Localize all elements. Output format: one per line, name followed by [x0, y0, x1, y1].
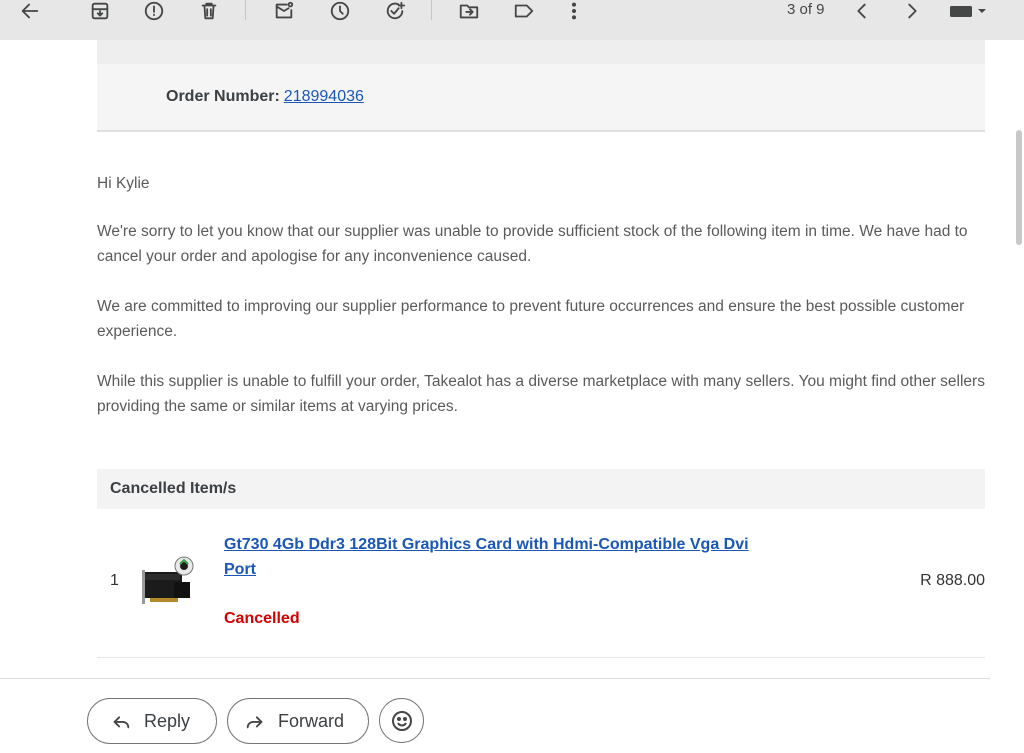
next-icon[interactable]: [896, 0, 928, 22]
order-number-label: Order Number:: [166, 88, 280, 105]
pager-count: 3 of 9: [787, 1, 825, 18]
order-header-box: Order Number: 218994036: [97, 40, 985, 132]
email-toolbar: 3 of 9: [0, 0, 1024, 40]
move-to-icon[interactable]: [453, 0, 485, 22]
cancelled-items-heading: Cancelled Item/s: [110, 480, 237, 497]
toolbar-separator: [245, 0, 246, 20]
item-price: R 888.00: [920, 572, 985, 589]
item-status: Cancelled: [224, 610, 300, 627]
snooze-icon[interactable]: [324, 0, 356, 22]
scrollbar-thumb[interactable]: [1016, 130, 1022, 245]
reply-icon: [113, 716, 130, 729]
back-arrow-icon[interactable]: [14, 0, 46, 22]
paragraph-apology: We're sorry to let you know that our sup…: [97, 223, 968, 265]
keyboard-icon[interactable]: [944, 0, 992, 22]
item-divider: [97, 657, 985, 658]
greeting: Hi Kylie: [97, 175, 150, 192]
toolbar-separator: [431, 0, 432, 20]
archive-icon[interactable]: [84, 0, 116, 22]
actions-divider: [0, 678, 990, 679]
prev-icon[interactable]: [846, 0, 878, 22]
email-body: Order Number: 218994036 Hi Kylie We're so…: [0, 40, 1010, 678]
order-number-line: Order Number: 218994036: [166, 88, 364, 106]
more-icon[interactable]: [558, 0, 590, 22]
item-quantity: 1: [110, 572, 119, 589]
forward-icon: [246, 716, 263, 729]
order-header-strip: [97, 40, 985, 64]
paragraph-marketplace: While this supplier is unable to fulfill…: [97, 373, 985, 415]
delete-icon[interactable]: [193, 0, 225, 22]
reply-label: Reply: [144, 710, 191, 731]
cancelled-items-header: Cancelled Item/s: [97, 469, 985, 509]
reply-button[interactable]: Reply: [87, 698, 217, 744]
mark-unread-icon[interactable]: [268, 0, 300, 22]
product-title-link[interactable]: Gt730 4Gb Ddr3 128Bit Graphics Card with…: [224, 532, 784, 582]
report-spam-icon[interactable]: [138, 0, 170, 22]
emoji-reaction-button[interactable]: [379, 698, 424, 743]
smiley-icon: [391, 710, 412, 731]
forward-label: Forward: [278, 710, 345, 731]
product-thumbnail[interactable]: [140, 552, 198, 610]
order-number-link[interactable]: 218994036: [284, 88, 364, 105]
forward-button[interactable]: Forward: [227, 698, 369, 744]
label-icon[interactable]: [508, 0, 540, 22]
add-task-icon[interactable]: [379, 0, 411, 22]
paragraph-commitment: We are committed to improving our suppli…: [97, 298, 965, 340]
